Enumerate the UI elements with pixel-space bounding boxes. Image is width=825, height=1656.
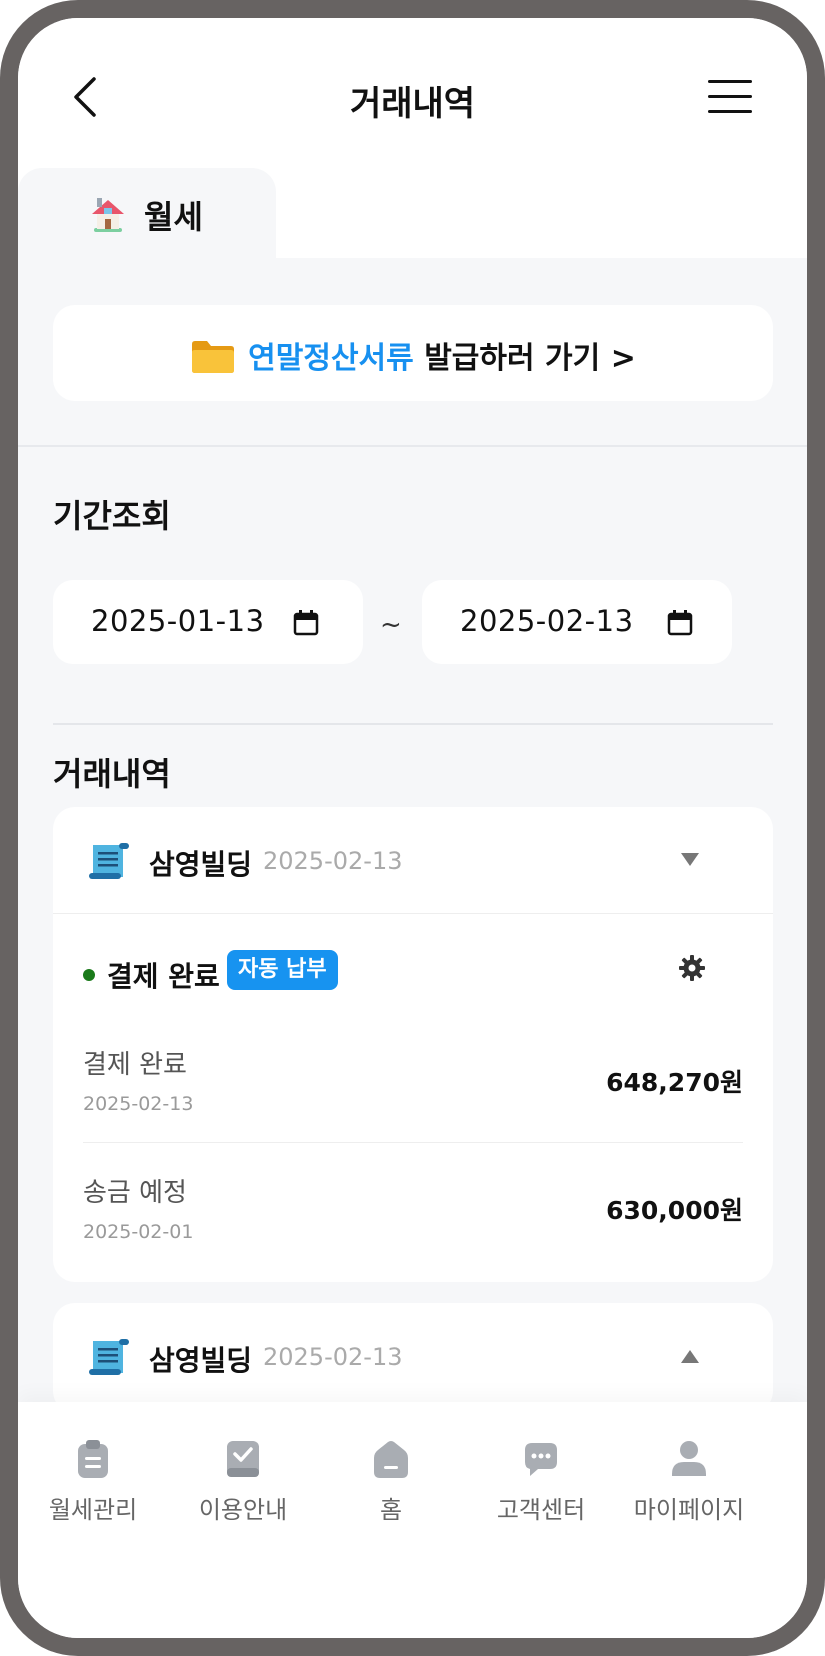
transaction-label: 결제 완료 [83,1050,187,1080]
end-date-input[interactable]: 2025-02-13 [422,580,732,664]
nav-label: 마이페이지 [633,1496,745,1524]
top-bar: 거래내역 [18,18,807,148]
clipboard-icon [78,1440,108,1478]
caret-up-icon [681,1350,699,1363]
app-screen: 거래내역 월세 연말정산서류 발급하러 가기 > 기간조회 2025-01-13… [18,18,807,1638]
nav-item-home[interactable]: 홈 [312,1402,470,1638]
house-icon [92,198,124,232]
folder-icon [192,341,235,373]
building-name: 삼영빌딩 [149,848,253,881]
transaction-amount: 630,000원 [606,1196,743,1225]
start-date-input[interactable]: 2025-01-13 [53,580,363,664]
hamburger-icon [708,80,752,83]
card-date: 2025-02-13 [263,1343,403,1371]
transaction-card: 삼영빌딩 2025-02-13 결제 완료 자동 납부 결제 완료 2025-0… [53,807,773,1282]
person-icon [672,1441,706,1476]
transaction-date: 2025-02-01 [83,1221,194,1243]
section-divider [53,723,773,725]
hamburger-line [708,110,752,113]
tax-document-banner[interactable]: 연말정산서류 발급하러 가기 > [53,305,773,401]
tab-bar: 월세 [18,148,807,258]
transaction-date: 2025-02-13 [83,1093,194,1115]
device-frame: 거래내역 월세 연말정산서류 발급하러 가기 > 기간조회 2025-01-13… [0,0,825,1656]
history-title: 거래내역 [53,755,171,793]
end-date-value: 2025-02-13 [460,604,634,638]
bottom-navigation: 월세관리 이용안내 홈 고객센터 마이페이지 [18,1402,807,1638]
nav-item-guide[interactable]: 이용안내 [164,1402,322,1638]
calendar-icon [293,610,319,636]
status-dot-icon [83,969,95,981]
auto-pay-badge: 자동 납부 [227,950,338,990]
transaction-amount: 648,270원 [606,1068,743,1097]
scroll-icon [89,843,129,879]
nav-label: 고객센터 [496,1496,586,1524]
banner-content: 연말정산서류 발급하러 가기 > [53,333,773,377]
menu-button[interactable] [708,80,752,114]
transaction-label: 송금 예정 [83,1178,187,1208]
nav-item-customer-center[interactable]: 고객센터 [462,1402,620,1638]
date-range-separator: ~ [380,610,402,640]
banner-highlight: 연말정산서류 [248,341,414,376]
chat-icon [525,1443,557,1476]
caret-down-icon [681,853,699,866]
gear-icon[interactable] [679,955,705,981]
card-date: 2025-02-13 [263,847,403,875]
tab-label: 월세 [144,198,203,236]
home-icon [374,1441,408,1478]
scroll-icon [89,1339,129,1375]
banner-link-text: 발급하러 가기 > [424,341,636,376]
section-divider [18,445,807,447]
transaction-card: 삼영빌딩 2025-02-13 [53,1303,773,1413]
card-divider [53,913,773,914]
calendar-icon [667,610,693,636]
row-divider [83,1142,743,1143]
nav-item-my-page[interactable]: 마이페이지 [610,1402,768,1638]
payment-status: 결제 완료 [107,960,220,993]
building-name: 삼영빌딩 [149,1344,253,1377]
tab-monthly-rent[interactable]: 월세 [18,168,276,258]
hamburger-line [708,95,752,98]
card-header[interactable]: 삼영빌딩 2025-02-13 [53,1303,773,1409]
card-header[interactable]: 삼영빌딩 2025-02-13 [53,807,773,913]
start-date-value: 2025-01-13 [91,604,265,638]
nav-item-rent-management[interactable]: 월세관리 [18,1402,172,1638]
period-title: 기간조회 [53,497,171,535]
page-title: 거래내역 [349,84,476,124]
book-check-icon [227,1441,259,1477]
nav-label: 이용안내 [198,1496,288,1524]
nav-label: 월세관리 [48,1496,138,1524]
nav-label: 홈 [379,1496,403,1524]
